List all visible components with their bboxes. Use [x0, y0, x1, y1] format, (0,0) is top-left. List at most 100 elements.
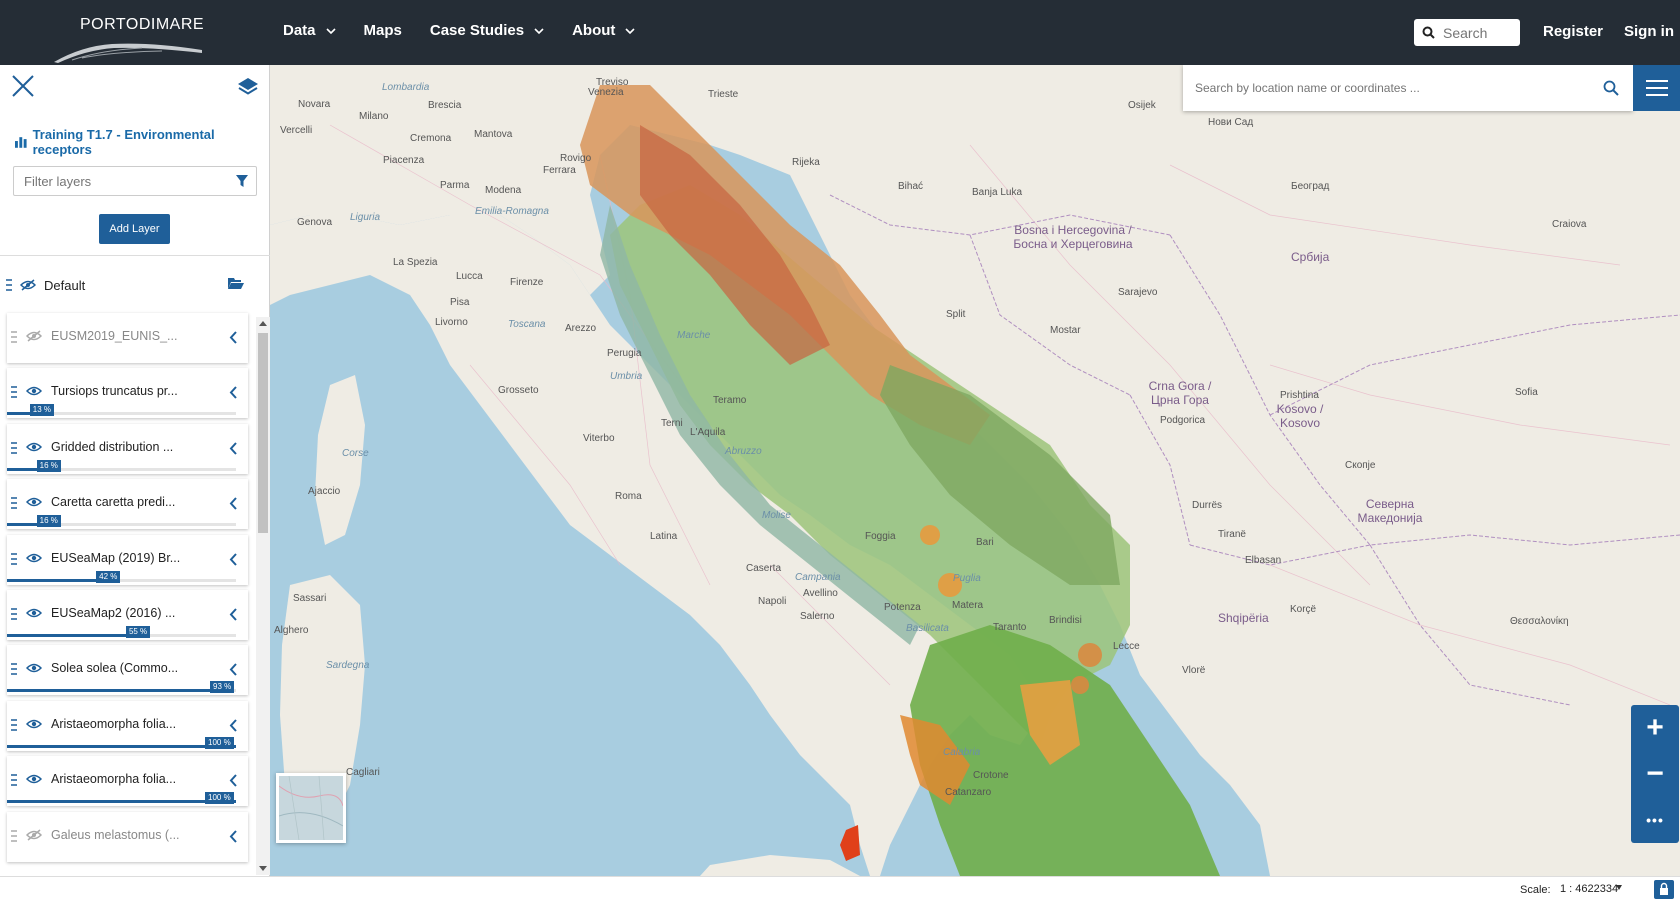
opacity-badge[interactable]: 16 % — [36, 459, 61, 472]
drag-handle-icon[interactable] — [11, 608, 17, 620]
add-layer-button[interactable]: Add Layer — [99, 214, 170, 244]
footer-toggle-button[interactable] — [1654, 880, 1674, 899]
nav-data[interactable]: Data — [283, 22, 336, 39]
layer-item[interactable]: Gridded distribution ... 16 % — [7, 423, 248, 474]
layer-item[interactable]: EUSM2019_EUNIS_... — [7, 313, 248, 363]
chevron-left-icon[interactable] — [229, 829, 238, 843]
eye-icon[interactable] — [25, 717, 43, 735]
eye-icon[interactable] — [25, 384, 43, 402]
scroll-down-arrow[interactable] — [259, 866, 267, 871]
filter-layers-input[interactable] — [24, 173, 224, 189]
opacity-badge[interactable]: 42 % — [96, 570, 121, 583]
close-icon[interactable] — [10, 73, 36, 99]
chevron-left-icon[interactable] — [229, 552, 238, 566]
eye-icon[interactable] — [25, 606, 43, 624]
nav-maps[interactable]: Maps — [364, 22, 402, 39]
basemap-thumbnail[interactable] — [279, 776, 343, 840]
layers-icon[interactable] — [236, 75, 260, 99]
opacity-badge[interactable]: 93 % — [210, 681, 235, 694]
nav-case-studies[interactable]: Case Studies — [430, 22, 544, 39]
opacity-badge[interactable]: 100 % — [205, 792, 234, 805]
opacity-slider[interactable]: 93 % — [7, 681, 236, 694]
scale-select[interactable]: 1 : 4622334 — [1556, 881, 1626, 897]
eye-icon[interactable] — [25, 551, 43, 569]
opacity-slider[interactable]: 42 % — [7, 570, 236, 583]
chevron-left-icon[interactable] — [229, 774, 238, 787]
eye-icon[interactable] — [25, 772, 43, 790]
eye-icon[interactable] — [25, 661, 43, 679]
opacity-badge[interactable]: 16 % — [36, 515, 61, 528]
zoom-in-button[interactable]: + — [1631, 705, 1679, 751]
sidebar-scrollbar[interactable] — [256, 317, 270, 875]
portodimare-logo[interactable]: PORTODIMARE — [52, 14, 222, 64]
menu-button[interactable] — [1633, 65, 1680, 111]
opacity-badge[interactable]: 55 % — [125, 626, 151, 638]
chevron-left-icon[interactable] — [229, 719, 238, 732]
map-label-mostar: Mostar — [1050, 325, 1081, 336]
chevron-left-icon[interactable] — [229, 442, 238, 455]
drag-handle-icon[interactable] — [11, 497, 17, 509]
eye-slash-icon[interactable] — [25, 828, 43, 846]
register-link[interactable]: Register — [1543, 23, 1603, 40]
filter-icon[interactable] — [236, 175, 248, 188]
location-search[interactable] — [1183, 65, 1633, 111]
map-label-brescia: Brescia — [428, 100, 462, 111]
scroll-up-arrow[interactable] — [259, 321, 267, 326]
layer-item[interactable]: EUSeaMap2 (2016) ... 55 % — [7, 590, 248, 640]
layer-item[interactable]: Aristaeomorpha folia... 100 % — [7, 700, 248, 751]
opacity-slider[interactable]: 100 % — [7, 736, 236, 749]
opacity-badge[interactable]: 100 % — [205, 736, 234, 749]
map-label-vlore: Vlorë — [1182, 665, 1206, 676]
opacity-slider[interactable]: 16 % — [7, 459, 236, 472]
layer-group-default[interactable]: Default — [0, 267, 256, 303]
drag-handle-icon[interactable] — [11, 829, 17, 842]
eye-slash-icon[interactable] — [25, 329, 43, 347]
chevron-left-icon[interactable] — [229, 386, 238, 400]
layer-item[interactable]: Solea solea (Commo... 93 % — [7, 645, 248, 696]
eye-icon[interactable] — [25, 440, 43, 458]
drag-handle-icon[interactable] — [11, 774, 17, 786]
drag-handle-icon[interactable] — [11, 719, 17, 731]
chevron-left-icon[interactable] — [229, 331, 238, 344]
drag-handle-icon[interactable] — [11, 386, 17, 399]
opacity-badge[interactable]: 13 % — [29, 404, 54, 417]
opacity-slider[interactable]: 55 % — [7, 626, 236, 638]
location-search-input[interactable] — [1195, 81, 1575, 95]
site-search[interactable] — [1414, 19, 1520, 46]
folder-open-icon[interactable] — [228, 277, 244, 290]
site-search-input[interactable] — [1443, 24, 1513, 41]
logo-text: PORTODIMARE — [80, 16, 205, 33]
zoom-out-button[interactable]: − — [1631, 751, 1679, 797]
chevron-left-icon[interactable] — [229, 608, 238, 621]
drag-handle-icon[interactable] — [6, 279, 12, 291]
map-label-mantova: Mantova — [474, 129, 513, 140]
opacity-slider[interactable]: 100 % — [7, 792, 236, 805]
opacity-slider[interactable]: 16 % — [7, 515, 236, 528]
nav-about[interactable]: About — [572, 22, 635, 39]
layer-item[interactable]: Aristaeomorpha folia... 100 % — [7, 756, 248, 807]
drag-handle-icon[interactable] — [11, 552, 17, 565]
layer-item[interactable]: Caretta caretta predi... 16 % — [7, 479, 248, 530]
map-label-puglia: Puglia — [953, 573, 981, 584]
chevron-left-icon[interactable] — [229, 497, 238, 510]
filter-layers[interactable] — [13, 166, 257, 196]
drag-handle-icon[interactable] — [11, 663, 17, 676]
scroll-thumb[interactable] — [258, 333, 268, 533]
opacity-slider[interactable]: 13 % — [7, 404, 236, 417]
layer-item[interactable]: Galeus melastomus (... — [7, 811, 248, 862]
drag-handle-icon[interactable] — [11, 331, 17, 343]
chevron-left-icon[interactable] — [229, 663, 238, 677]
layer-item[interactable]: EUSeaMap (2019) Br... 42 % — [7, 534, 248, 585]
search-icon[interactable] — [1603, 80, 1619, 96]
group-label: Default — [44, 277, 86, 293]
eye-slash-icon[interactable] — [20, 279, 36, 291]
more-options-button[interactable]: ••• — [1631, 797, 1679, 843]
layer-item[interactable]: Tursiops truncatus pr... 13 % — [7, 368, 248, 419]
basemap-switcher[interactable] — [276, 773, 346, 843]
map-viewer[interactable]: Venezia Trieste Milano Brescia Novara Ve… — [270, 65, 1680, 876]
map-label-marche: Marche — [677, 330, 711, 341]
sign-in-link[interactable]: Sign in — [1624, 23, 1674, 40]
drag-handle-icon[interactable] — [11, 442, 17, 454]
eye-icon[interactable] — [25, 495, 43, 513]
chevron-down-icon — [534, 27, 544, 34]
